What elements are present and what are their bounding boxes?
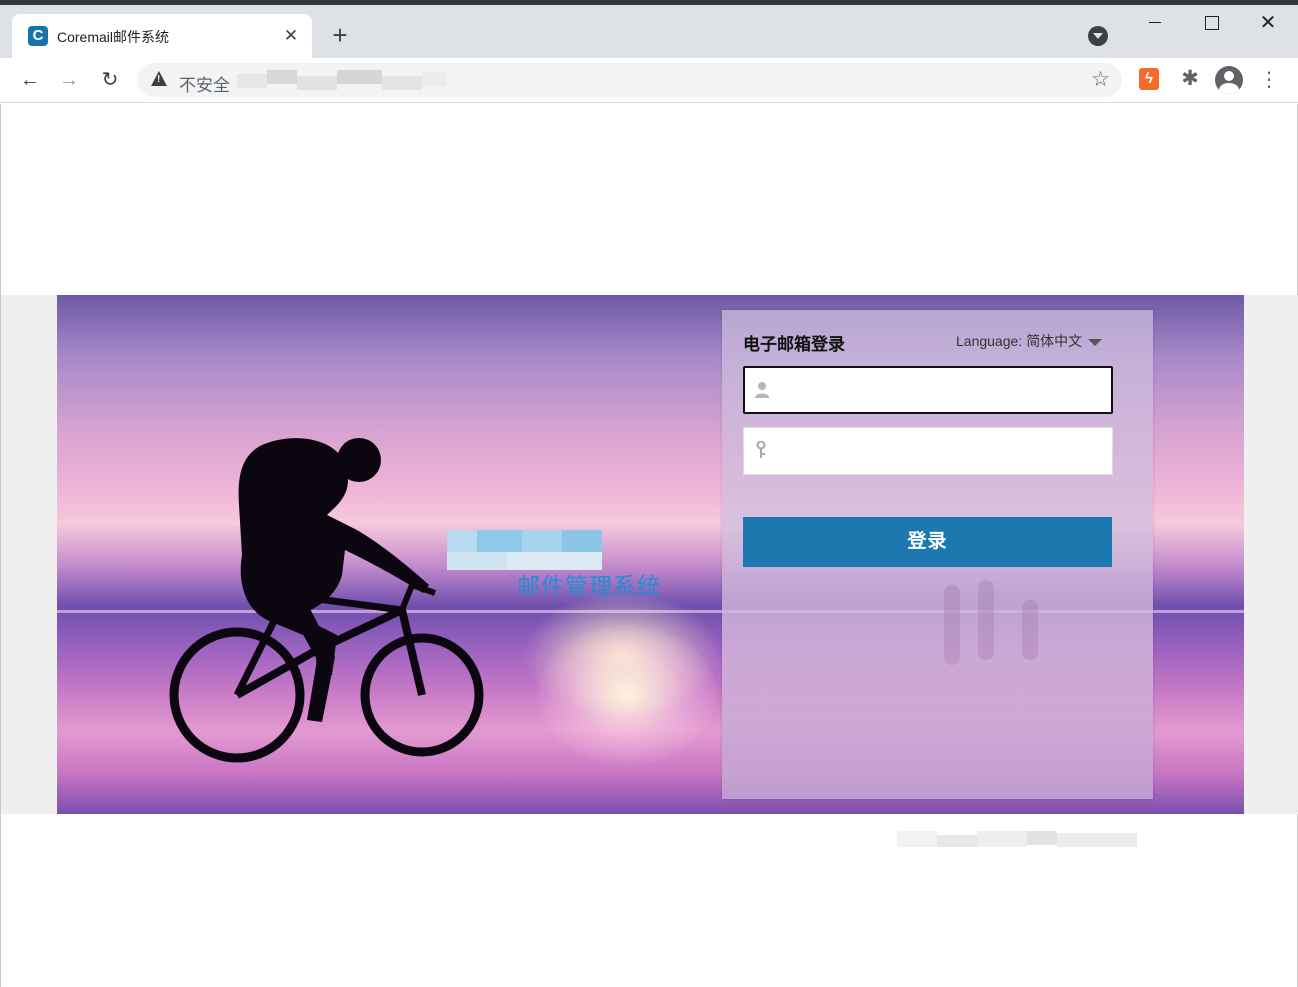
password-field[interactable] <box>743 427 1113 475</box>
tab-search-icon[interactable] <box>1088 26 1108 46</box>
login-panel: 电子邮箱登录 Language: 简体中文 登录 <box>722 310 1153 799</box>
reload-icon[interactable]: ↻ <box>96 66 124 94</box>
new-tab-button[interactable]: + <box>326 22 354 50</box>
avatar-body <box>1219 83 1239 94</box>
login-button[interactable]: 登录 <box>743 517 1112 567</box>
username-field[interactable] <box>743 366 1113 414</box>
ghost-figure <box>978 580 994 660</box>
user-icon <box>755 382 769 398</box>
login-title: 电子邮箱登录 <box>743 335 845 354</box>
key-icon <box>756 441 766 458</box>
extensions-puzzle-icon[interactable]: ✱ <box>1178 66 1202 92</box>
system-subtitle: 邮件管理系统 <box>517 573 661 599</box>
window-close-icon[interactable]: ✕ <box>1254 10 1282 36</box>
language-selector[interactable]: Language: 简体中文 <box>956 331 1103 351</box>
avatar-head <box>1224 71 1234 81</box>
username-input[interactable] <box>781 368 1101 412</box>
url-redacted <box>237 67 447 95</box>
warning-mark: ! <box>157 74 161 85</box>
browser-titlebar: C Coremail邮件系统 ✕ + ✕ <box>0 0 1298 58</box>
tab-close-icon[interactable]: ✕ <box>280 25 302 47</box>
cyclist-silhouette-image <box>169 438 484 763</box>
forward-arrow-icon[interactable]: → <box>55 66 83 94</box>
sunset-glow <box>537 625 717 765</box>
minimize-icon[interactable] <box>1141 10 1169 36</box>
ghost-figure <box>944 585 960 665</box>
security-label[interactable]: 不安全 <box>179 71 230 96</box>
ghost-figure <box>1022 600 1038 660</box>
browser-toolbar: ← → ↻ ! 不安全 ☆ ϟ ✱ ⋮ <box>0 58 1298 103</box>
language-value[interactable]: 简体中文 <box>1026 333 1082 349</box>
page-viewport: 邮件管理系统 电子邮箱登录 Language: 简体中文 登录 <box>0 104 1298 987</box>
profile-avatar-icon[interactable] <box>1215 66 1243 94</box>
address-bar[interactable]: ! 不安全 ☆ <box>137 63 1122 97</box>
footer-redacted <box>897 831 1137 861</box>
password-input[interactable] <box>780 428 1100 474</box>
back-arrow-icon[interactable]: ← <box>16 66 44 94</box>
browser-tab[interactable]: C Coremail邮件系统 ✕ <box>12 14 312 58</box>
hero-banner: 邮件管理系统 电子邮箱登录 Language: 简体中文 登录 <box>57 295 1244 814</box>
bookmark-star-icon[interactable]: ☆ <box>1091 67 1110 92</box>
browser-menu-icon[interactable]: ⋮ <box>1258 66 1280 94</box>
extension-bolt-icon[interactable]: ϟ <box>1139 68 1159 90</box>
coremail-favicon-icon: C <box>28 26 48 46</box>
panel-reflection <box>722 560 1153 799</box>
maximize-icon[interactable] <box>1197 10 1225 36</box>
chevron-down-icon[interactable] <box>1088 338 1103 346</box>
language-label: Language: <box>956 333 1023 349</box>
tab-title: Coremail邮件系统 <box>57 29 170 45</box>
titlebar-edge <box>0 0 1298 5</box>
